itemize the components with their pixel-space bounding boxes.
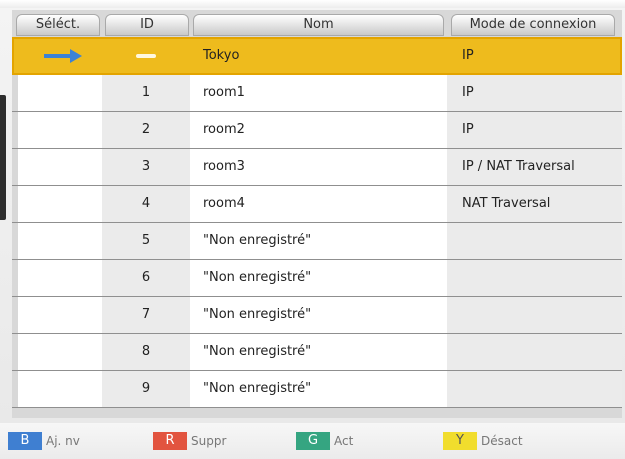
name-cell: room2 xyxy=(190,112,447,148)
select-cell[interactable] xyxy=(18,334,108,370)
table-row[interactable]: 1 room1 IP xyxy=(12,75,622,112)
footer-key-act[interactable]: G Act xyxy=(296,432,353,450)
id-cell: 6 xyxy=(102,260,190,296)
table-row[interactable]: 6 "Non enregistré" xyxy=(12,260,622,297)
table-row[interactable]: 5 "Non enregistré" xyxy=(12,223,622,260)
mode-cell xyxy=(447,223,622,259)
footer-key-bar: B Aj. nv R Suppr G Act Y Désact xyxy=(0,423,625,459)
column-header-id[interactable]: ID xyxy=(105,14,189,36)
name-cell: "Non enregistré" xyxy=(190,371,447,407)
table-row[interactable]: 3 room3 IP / NAT Traversal xyxy=(12,149,622,186)
color-key-b: B xyxy=(8,432,42,450)
table-row[interactable]: 8 "Non enregistré" xyxy=(12,334,622,371)
mode-cell: IP / NAT Traversal xyxy=(447,149,622,185)
id-cell: 8 xyxy=(102,334,190,370)
color-key-y: Y xyxy=(443,432,477,450)
mode-cell xyxy=(447,297,622,333)
key-label: Act xyxy=(334,434,354,448)
name-cell: "Non enregistré" xyxy=(190,260,447,296)
id-cell: 1 xyxy=(102,75,190,111)
mode-cell xyxy=(447,260,622,296)
select-cell[interactable] xyxy=(18,297,108,333)
name-cell: room4 xyxy=(190,186,447,222)
color-key-g: G xyxy=(296,432,330,450)
id-cell: 9 xyxy=(102,371,190,407)
left-edge-bar xyxy=(0,95,6,220)
table-row[interactable]: 7 "Non enregistré" xyxy=(12,297,622,334)
name-cell: room3 xyxy=(190,149,447,185)
select-cell[interactable] xyxy=(18,371,108,407)
id-cell: 7 xyxy=(102,297,190,333)
key-label: Aj. nv xyxy=(46,434,80,448)
footer-key-désact[interactable]: Y Désact xyxy=(443,432,523,450)
select-cell[interactable] xyxy=(18,223,108,259)
column-header-mode[interactable]: Mode de connexion xyxy=(451,14,615,36)
selection-outline xyxy=(12,37,622,75)
table-row[interactable]: 2 room2 IP xyxy=(12,112,622,149)
screen: Séléct. ID Nom Mode de connexion Tokyo IP… xyxy=(0,0,625,459)
mode-cell: NAT Traversal xyxy=(447,186,622,222)
id-cell: 2 xyxy=(102,112,190,148)
id-cell: 5 xyxy=(102,223,190,259)
mode-cell: IP xyxy=(447,75,622,111)
mode-cell xyxy=(447,334,622,370)
contact-list-panel: Séléct. ID Nom Mode de connexion Tokyo IP… xyxy=(12,10,622,418)
select-cell[interactable] xyxy=(18,112,108,148)
table-row[interactable]: 9 "Non enregistré" xyxy=(12,371,622,408)
name-cell: "Non enregistré" xyxy=(190,223,447,259)
footer-key-suppr[interactable]: R Suppr xyxy=(153,432,226,450)
id-cell: 4 xyxy=(102,186,190,222)
select-cell[interactable] xyxy=(18,186,108,222)
color-key-r: R xyxy=(153,432,187,450)
table-row[interactable]: 4 room4 NAT Traversal xyxy=(12,186,622,223)
footer-key-aj-nv[interactable]: B Aj. nv xyxy=(8,432,80,450)
name-cell: "Non enregistré" xyxy=(190,297,447,333)
mode-cell xyxy=(447,371,622,407)
select-cell[interactable] xyxy=(18,75,108,111)
column-header-select[interactable]: Séléct. xyxy=(16,14,100,36)
mode-cell: IP xyxy=(447,112,622,148)
select-cell[interactable] xyxy=(18,260,108,296)
column-header-name[interactable]: Nom xyxy=(193,14,444,36)
top-edge xyxy=(0,0,625,8)
key-label: Désact xyxy=(481,434,523,448)
name-cell: "Non enregistré" xyxy=(190,334,447,370)
name-cell: room1 xyxy=(190,75,447,111)
select-cell[interactable] xyxy=(18,149,108,185)
id-cell: 3 xyxy=(102,149,190,185)
key-label: Suppr xyxy=(191,434,227,448)
